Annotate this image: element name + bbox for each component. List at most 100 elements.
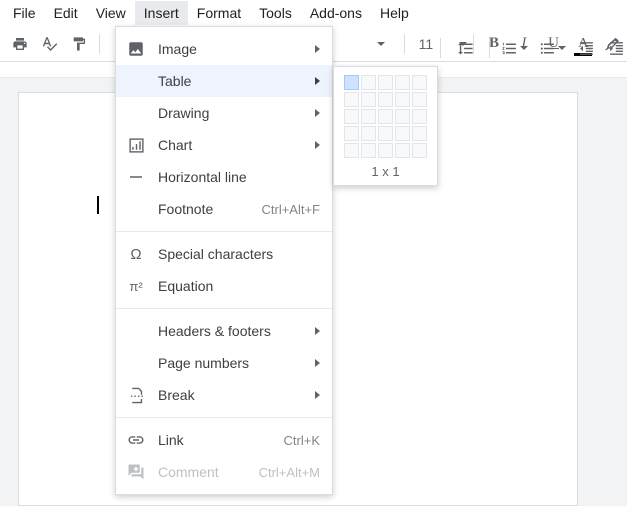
menu-item-label: Special characters bbox=[158, 246, 320, 262]
table-picker-size-label: 1 x 1 bbox=[344, 158, 427, 179]
pi-icon: π² bbox=[126, 276, 146, 296]
submenu-arrow-icon bbox=[315, 391, 320, 399]
line-spacing-button[interactable] bbox=[447, 34, 483, 62]
horizontal-line-icon bbox=[126, 167, 146, 187]
table-picker-cell[interactable] bbox=[378, 75, 393, 90]
table-picker-cell[interactable] bbox=[361, 109, 376, 124]
caret-down-icon bbox=[377, 42, 385, 46]
menu-item-equation[interactable]: π² Equation bbox=[116, 270, 332, 302]
numbered-list-button[interactable] bbox=[496, 34, 532, 62]
chart-icon bbox=[126, 135, 146, 155]
menu-item-label: Headers & footers bbox=[158, 323, 315, 339]
toolbar-separator bbox=[99, 34, 100, 54]
print-button[interactable] bbox=[6, 30, 34, 58]
font-family-dropdown[interactable] bbox=[364, 30, 398, 58]
menu-separator bbox=[116, 308, 332, 309]
menu-item-comment: Comment Ctrl+Alt+M bbox=[116, 456, 332, 488]
menu-item-page-numbers[interactable]: Page numbers bbox=[116, 347, 332, 379]
table-picker-cell[interactable] bbox=[395, 92, 410, 107]
menu-item-label: Equation bbox=[158, 278, 320, 294]
paint-format-button[interactable] bbox=[66, 30, 94, 58]
menu-item-table[interactable]: Table bbox=[116, 65, 332, 97]
table-picker-cell[interactable] bbox=[395, 126, 410, 141]
menu-item-break[interactable]: Break bbox=[116, 379, 332, 411]
table-picker-cell[interactable] bbox=[344, 75, 359, 90]
menubar-addons[interactable]: Add-ons bbox=[301, 1, 371, 25]
menubar-insert[interactable]: Insert bbox=[135, 1, 188, 25]
menubar-format[interactable]: Format bbox=[188, 1, 250, 25]
table-picker-cell[interactable] bbox=[378, 109, 393, 124]
paint-roller-icon bbox=[71, 36, 87, 52]
menu-item-label: Image bbox=[158, 41, 315, 57]
omega-icon: Ω bbox=[126, 244, 146, 264]
table-picker-cell[interactable] bbox=[344, 109, 359, 124]
table-picker-cell[interactable] bbox=[344, 92, 359, 107]
print-icon bbox=[12, 36, 28, 52]
menubar-help[interactable]: Help bbox=[371, 1, 418, 25]
table-picker-cell[interactable] bbox=[395, 109, 410, 124]
menu-item-label: Break bbox=[158, 387, 315, 403]
menu-item-horizontal-line[interactable]: Horizontal line bbox=[116, 161, 332, 193]
menu-item-label: Drawing bbox=[158, 105, 315, 121]
table-picker-cell[interactable] bbox=[412, 143, 427, 158]
caret-down-icon bbox=[520, 46, 528, 50]
table-picker-cell[interactable] bbox=[378, 126, 393, 141]
menubar-tools[interactable]: Tools bbox=[250, 1, 301, 25]
table-picker-cell[interactable] bbox=[361, 143, 376, 158]
submenu-arrow-icon bbox=[315, 359, 320, 367]
toolbar-separator bbox=[440, 38, 441, 58]
submenu-arrow-icon bbox=[315, 141, 320, 149]
menu-separator bbox=[116, 231, 332, 232]
decrease-indent-icon bbox=[578, 40, 595, 57]
menu-item-label: Chart bbox=[158, 137, 315, 153]
menu-item-headers-footers[interactable]: Headers & footers bbox=[116, 315, 332, 347]
font-size-value: 11 bbox=[419, 36, 434, 52]
bulleted-list-button[interactable] bbox=[534, 34, 570, 62]
submenu-arrow-icon bbox=[315, 327, 320, 335]
link-icon bbox=[126, 430, 146, 450]
table-picker-cell[interactable] bbox=[395, 143, 410, 158]
table-picker-cell[interactable] bbox=[412, 109, 427, 124]
menu-item-label: Comment bbox=[158, 464, 259, 480]
decrease-indent-button[interactable] bbox=[572, 34, 600, 62]
bulleted-list-icon bbox=[539, 40, 556, 57]
table-picker-cell[interactable] bbox=[344, 143, 359, 158]
table-picker-cell[interactable] bbox=[361, 75, 376, 90]
menubar-edit[interactable]: Edit bbox=[45, 1, 87, 25]
text-cursor bbox=[97, 196, 99, 214]
spellcheck-button[interactable] bbox=[36, 30, 64, 58]
menubar: File Edit View Insert Format Tools Add-o… bbox=[0, 0, 627, 26]
table-picker-cell[interactable] bbox=[412, 126, 427, 141]
table-picker-cell[interactable] bbox=[412, 92, 427, 107]
menu-item-image[interactable]: Image bbox=[116, 33, 332, 65]
table-picker-cell[interactable] bbox=[378, 143, 393, 158]
comment-icon bbox=[126, 462, 146, 482]
toolbar-right-group bbox=[436, 30, 627, 66]
menu-item-chart[interactable]: Chart bbox=[116, 129, 332, 161]
table-picker-cell[interactable] bbox=[361, 126, 376, 141]
increase-indent-icon bbox=[608, 40, 625, 57]
table-picker-cell[interactable] bbox=[344, 126, 359, 141]
menu-item-footnote[interactable]: Footnote Ctrl+Alt+F bbox=[116, 193, 332, 225]
submenu-arrow-icon bbox=[315, 45, 320, 53]
table-picker-cell[interactable] bbox=[361, 92, 376, 107]
table-picker-cell[interactable] bbox=[412, 75, 427, 90]
table-picker-cell[interactable] bbox=[395, 75, 410, 90]
toolbar-separator bbox=[489, 38, 490, 58]
insert-menu-dropdown: Image Table Drawing Chart Horizontal lin… bbox=[115, 26, 333, 495]
menubar-file[interactable]: File bbox=[4, 1, 45, 25]
menu-item-special-characters[interactable]: Ω Special characters bbox=[116, 238, 332, 270]
caret-down-icon bbox=[558, 46, 566, 50]
menu-item-drawing[interactable]: Drawing bbox=[116, 97, 332, 129]
menu-item-label: Table bbox=[158, 73, 315, 89]
page-break-icon bbox=[126, 385, 146, 405]
increase-indent-button[interactable] bbox=[602, 34, 627, 62]
menu-item-label: Footnote bbox=[158, 201, 261, 217]
table-picker-grid[interactable] bbox=[344, 75, 427, 158]
numbered-list-icon bbox=[501, 40, 518, 57]
table-picker-cell[interactable] bbox=[378, 92, 393, 107]
line-spacing-icon bbox=[457, 40, 474, 57]
submenu-arrow-icon bbox=[315, 77, 320, 85]
menubar-view[interactable]: View bbox=[87, 1, 135, 25]
menu-item-link[interactable]: Link Ctrl+K bbox=[116, 424, 332, 456]
